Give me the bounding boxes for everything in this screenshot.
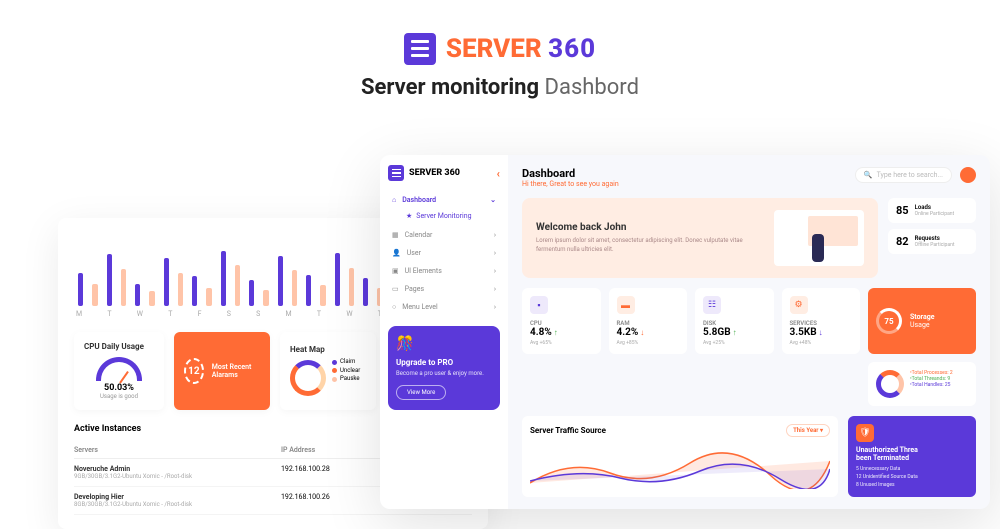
storage-card: 75 Storage Usage (868, 288, 976, 354)
main-content: Dashboard Hi there, Great to see you aga… (508, 155, 990, 509)
logo-text-2: 360 (548, 34, 596, 64)
logo-icon (388, 165, 404, 181)
metric-icon: ▪ (530, 296, 548, 314)
metric-icon: ☷ (703, 296, 721, 314)
greeting: Hi there, Great to see you again (522, 180, 619, 188)
page-title: Dashboard (522, 167, 619, 180)
year-select[interactable]: This Year ▾ (786, 424, 830, 437)
welcome-text: Lorem ipsum dolor sit amet, consectetur … (536, 237, 764, 254)
nav-item-menu-level[interactable]: ○Menu Level› (388, 298, 500, 316)
process-card: •Total Processes: 2•Total Threands: 9•To… (868, 362, 976, 406)
heat-title: Heat Map (290, 345, 326, 354)
logo-icon (404, 33, 436, 65)
sidebar-logo[interactable]: SERVER 360 ‹ (388, 165, 500, 181)
cpu-value: 50.03% (84, 383, 154, 393)
metric-services: ⚙SERVICES3.5KB↓Avg +48% (782, 288, 861, 354)
storage-sub: Usage (910, 321, 935, 329)
nav-item-user[interactable]: 👤User› (388, 244, 500, 262)
process-donut-icon (876, 370, 904, 398)
alarm-card[interactable]: 12 Most Recent Alarams (174, 332, 270, 410)
storage-ring: 75 (876, 308, 902, 334)
logo-text-1: SERVER (446, 34, 542, 64)
promo-title: Upgrade to PRO (396, 358, 492, 367)
heat-legend: ClaimUnclearPauske (332, 358, 360, 383)
traffic-chart (530, 443, 830, 489)
traffic-title: Server Traffic Source (530, 426, 606, 435)
search-icon: 🔍 (864, 171, 873, 179)
shield-icon: 🛡 (856, 424, 874, 442)
nav-sub-item[interactable]: Server Monitoring (388, 209, 500, 226)
nav-icon: ▣ (392, 267, 399, 275)
promo-icon: 🎊 (396, 336, 492, 352)
cpu-daily-card: CPU Daily Usage 50.03% Usage is good (74, 332, 164, 410)
nav-icon: 👤 (392, 249, 401, 257)
view-more-button[interactable]: View More (396, 385, 446, 400)
collapse-icon[interactable]: ‹ (497, 167, 500, 180)
nav-icon: ⌂ (392, 196, 396, 204)
nav-icon: ▭ (392, 285, 399, 293)
threat-title: Unauthorized Threabeen Terminated (856, 446, 968, 462)
logo: SERVER 360 (404, 33, 596, 65)
tagline: Server monitoring Dashbord (0, 75, 1000, 100)
sidebar: SERVER 360 ‹ ⌂Dashboard⌄Server Monitorin… (380, 155, 508, 509)
screenshot-front: SERVER 360 ‹ ⌂Dashboard⌄Server Monitorin… (380, 155, 990, 509)
donut-icon (290, 360, 326, 396)
gauge-icon (96, 357, 142, 381)
alarm-count: 12 (184, 358, 204, 384)
hero: SERVER 360 Server monitoring Dashbord (0, 0, 1000, 100)
metric-cpu: ▪CPU4.8%↑Avg +65% (522, 288, 601, 354)
threat-card: 🛡 Unauthorized Threabeen Terminated 5 Un… (848, 416, 976, 497)
welcome-illustration (774, 210, 864, 266)
traffic-card: Server Traffic Source This Year ▾ (522, 416, 838, 497)
metric-disk: ☷DISK5.8GB↑Avg +25% (695, 288, 774, 354)
nav-item-calendar[interactable]: ▦Calendar› (388, 226, 500, 244)
metric-icon: ▬ (617, 296, 635, 314)
welcome-banner: Welcome back John Lorem ipsum dolor sit … (522, 198, 878, 278)
cpu-daily-title: CPU Daily Usage (84, 342, 154, 351)
upgrade-promo: 🎊 Upgrade to PRO Become a pro user & enj… (388, 326, 500, 410)
heat-map-card: Heat Map ClaimUnclearPauske (280, 332, 376, 410)
stat-loads: 85LoadsOnline Participant (888, 198, 976, 223)
nav-item-dashboard[interactable]: ⌂Dashboard⌄ (388, 191, 500, 209)
storage-label: Storage (910, 313, 935, 321)
metric-ram: ▬RAM4.2%↓Avg +85% (609, 288, 688, 354)
metric-icon: ⚙ (790, 296, 808, 314)
avatar[interactable] (960, 167, 976, 183)
welcome-title: Welcome back John (536, 222, 764, 233)
nav-icon: ○ (392, 303, 396, 311)
stat-requests: 82RequestsOffline Participant (888, 229, 976, 254)
nav-item-ui-elements[interactable]: ▣UI Elements› (388, 262, 500, 280)
nav-item-pages[interactable]: ▭Pages› (388, 280, 500, 298)
alarm-label: Most Recent Alarams (212, 363, 260, 379)
search-input[interactable]: 🔍 Type here to search... (855, 167, 952, 183)
promo-sub: Become a pro user & enjoy more. (396, 370, 492, 377)
nav-icon: ▦ (392, 231, 399, 239)
cpu-sub: Usage is good (84, 393, 154, 400)
